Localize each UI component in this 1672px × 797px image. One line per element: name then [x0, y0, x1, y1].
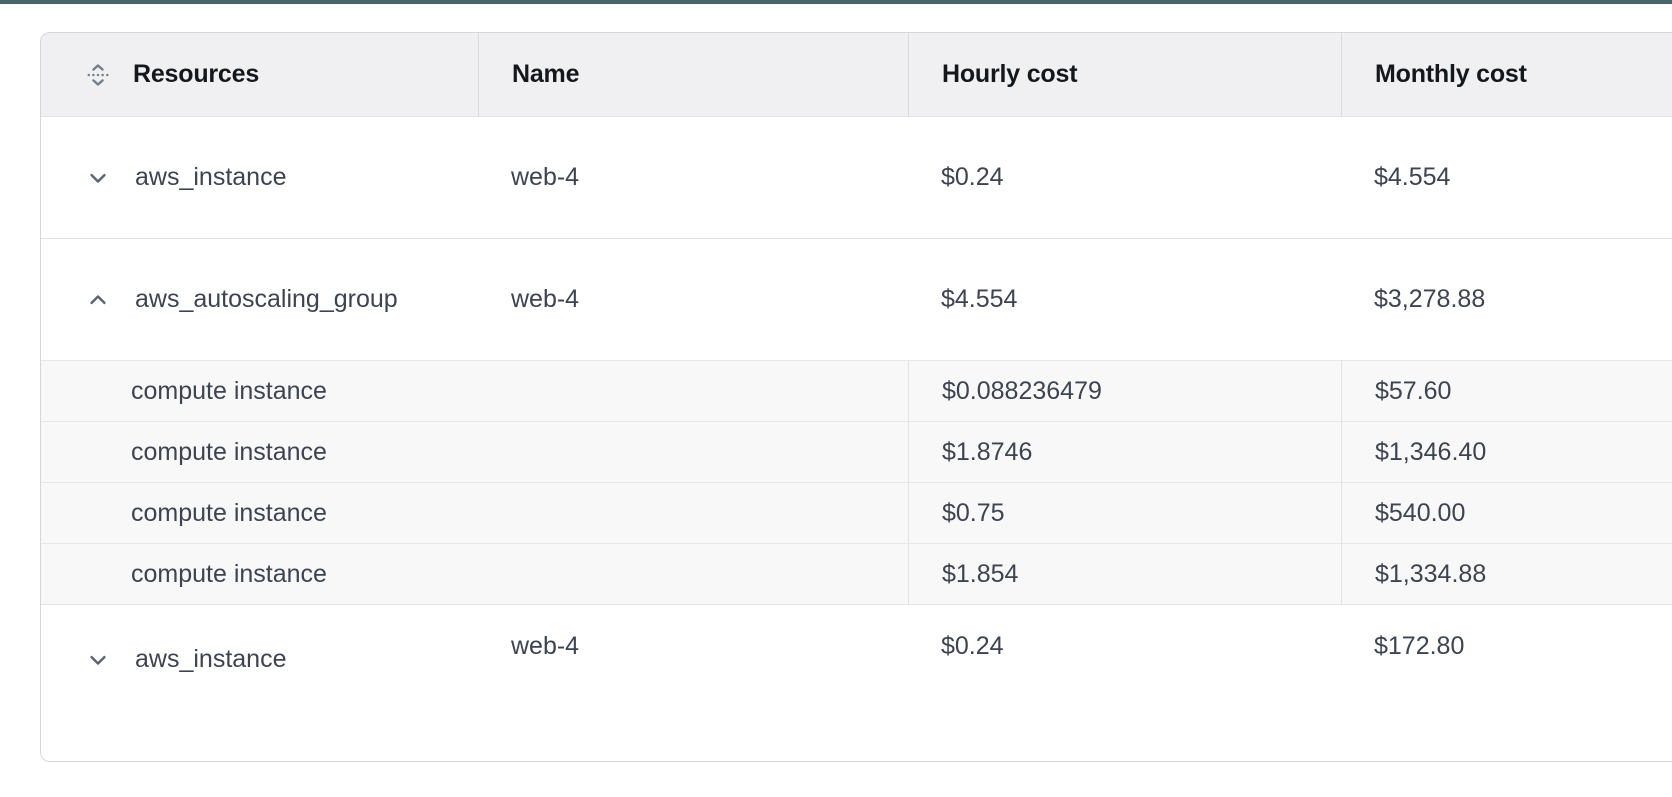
- resource-cell: aws_instance: [41, 117, 478, 238]
- cost-component-row: compute instance $0.75 $540.00: [41, 482, 1672, 543]
- column-label-name: Name: [512, 60, 579, 89]
- cost-breakdown-table: Resources Name Hourly cost Monthly cost …: [40, 32, 1672, 762]
- sort-reorder-icon[interactable]: [83, 60, 113, 90]
- hourly-cost-cell: $1.8746: [908, 422, 1341, 482]
- name-cell: web-4: [478, 117, 908, 238]
- resource-cell: aws_instance: [41, 605, 478, 761]
- hourly-cost-cell: $1.854: [908, 544, 1341, 604]
- monthly-cost-cell: $172.80: [1341, 605, 1672, 761]
- column-header-hourly-cost[interactable]: Hourly cost: [908, 33, 1341, 116]
- hourly-cost-cell: $0.088236479: [908, 361, 1341, 421]
- cost-component-label: compute instance: [41, 483, 908, 543]
- monthly-cost-cell: $1,334.88: [1341, 544, 1672, 604]
- cost-component-label: compute instance: [41, 361, 908, 421]
- monthly-cost-cell: $1,346.40: [1341, 422, 1672, 482]
- monthly-cost-cell: $57.60: [1341, 361, 1672, 421]
- column-label-hourly-cost: Hourly cost: [942, 60, 1077, 89]
- column-header-monthly-cost[interactable]: Monthly cost: [1341, 33, 1672, 116]
- monthly-cost-cell: $4.554: [1341, 117, 1672, 238]
- resource-type: aws_instance: [135, 645, 286, 674]
- name-cell: web-4: [478, 239, 908, 360]
- column-header-resources[interactable]: Resources: [41, 33, 478, 116]
- chevron-down-icon[interactable]: [83, 645, 113, 675]
- cost-component-row: compute instance $0.088236479 $57.60: [41, 360, 1672, 421]
- column-label-monthly-cost: Monthly cost: [1375, 60, 1527, 89]
- hourly-cost-cell: $4.554: [908, 239, 1341, 360]
- name-cell: web-4: [478, 605, 908, 761]
- resource-type: aws_instance: [135, 163, 286, 192]
- cost-component-label: compute instance: [41, 422, 908, 482]
- table-row[interactable]: aws_autoscaling_group web-4 $4.554 $3,27…: [41, 238, 1672, 360]
- resource-cell: aws_autoscaling_group: [41, 239, 478, 360]
- cost-component-row: compute instance $1.8746 $1,346.40: [41, 421, 1672, 482]
- column-header-name[interactable]: Name: [478, 33, 908, 116]
- monthly-cost-cell: $540.00: [1341, 483, 1672, 543]
- cost-component-row: compute instance $1.854 $1,334.88: [41, 543, 1672, 604]
- table-row[interactable]: aws_instance web-4 $0.24 $4.554: [41, 116, 1672, 238]
- resource-type: aws_autoscaling_group: [135, 285, 398, 314]
- cost-component-label: compute instance: [41, 544, 908, 604]
- top-accent-bar: [0, 0, 1672, 4]
- monthly-cost-cell: $3,278.88: [1341, 239, 1672, 360]
- chevron-up-icon[interactable]: [83, 285, 113, 315]
- hourly-cost-cell: $0.24: [908, 117, 1341, 238]
- hourly-cost-cell: $0.75: [908, 483, 1341, 543]
- table-header-row: Resources Name Hourly cost Monthly cost: [41, 33, 1672, 116]
- hourly-cost-cell: $0.24: [908, 605, 1341, 761]
- table-row[interactable]: aws_instance web-4 $0.24 $172.80: [41, 604, 1672, 761]
- column-label-resources: Resources: [133, 60, 259, 89]
- chevron-down-icon[interactable]: [83, 163, 113, 193]
